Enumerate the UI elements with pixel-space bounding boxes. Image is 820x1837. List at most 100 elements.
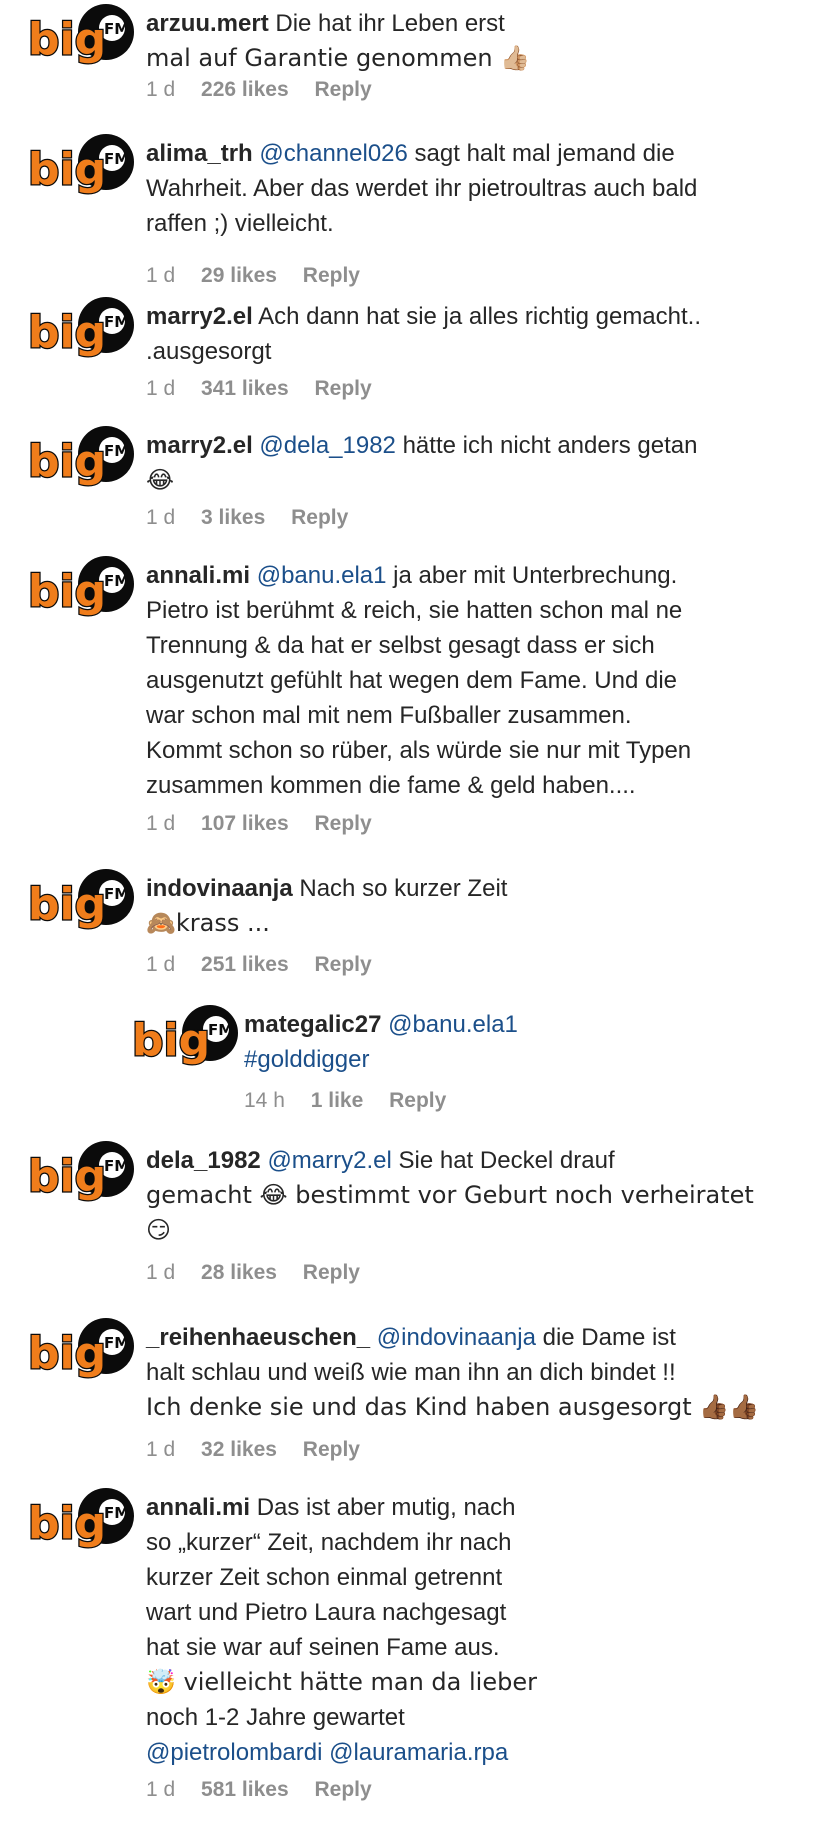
- bigfm-avatar-icon[interactable]: [24, 4, 136, 66]
- mention-link[interactable]: @indovinaanja: [377, 1324, 536, 1351]
- bigfm-avatar-icon[interactable]: [24, 869, 136, 931]
- comment-text: alima_trh @channel026 sagt halt mal jema…: [146, 136, 796, 241]
- bigfm-avatar-icon[interactable]: [128, 1005, 240, 1067]
- comment-username[interactable]: marry2.el: [146, 432, 253, 459]
- comment-username[interactable]: _reihenhaeuschen_: [146, 1324, 370, 1351]
- laughing-emoji-icon: 😂: [146, 466, 175, 494]
- comment-likes[interactable]: 341 likes: [201, 377, 289, 400]
- comment-time: 1 d: [146, 812, 176, 835]
- reply-button[interactable]: Reply: [314, 78, 371, 101]
- comment-likes[interactable]: 226 likes: [201, 78, 289, 101]
- comment-time: 1 d: [146, 953, 176, 976]
- bigfm-avatar-icon[interactable]: [24, 1488, 136, 1550]
- bigfm-avatar-icon[interactable]: [24, 1318, 136, 1380]
- comment-time: 1 d: [146, 264, 176, 287]
- smirk-emoji-icon: 😏: [146, 1216, 172, 1244]
- reply-button[interactable]: Reply: [389, 1089, 446, 1112]
- hashtag-link[interactable]: #golddigger: [244, 1046, 369, 1073]
- comment-time: 1 d: [146, 377, 176, 400]
- comment-username[interactable]: marry2.el: [146, 303, 253, 330]
- comment-meta: 1 d 29 likes Reply: [146, 264, 380, 288]
- comment-text: arzuu.mert Die hat ihr Leben erst mal au…: [146, 6, 796, 76]
- mention-link[interactable]: @dela_1982: [259, 432, 395, 459]
- comment-body-line: 🙈krass ...: [146, 909, 270, 937]
- reply-button[interactable]: Reply: [303, 1438, 360, 1461]
- comment-meta: 1 d 3 likes Reply: [146, 506, 368, 530]
- comment-body-line: halt schlau und weiß wie man ihn an dich…: [146, 1359, 676, 1386]
- comment-meta: 1 d 28 likes Reply: [146, 1261, 380, 1285]
- comment-body-line: ja aber mit Unterbrechung.: [393, 562, 678, 589]
- comment-text: annali.mi @banu.ela1 ja aber mit Unterbr…: [146, 558, 796, 803]
- comment-body-line: war schon mal mit nem Fußballer zusammen…: [146, 702, 632, 729]
- reply-button[interactable]: Reply: [314, 812, 371, 835]
- comment-body-line: so „kurzer“ Zeit, nachdem ihr nach: [146, 1529, 512, 1556]
- comment-body-line: Die hat ihr Leben erst: [275, 10, 505, 37]
- comment-meta: 1 d 107 likes Reply: [146, 812, 392, 836]
- comment-likes[interactable]: 1 like: [311, 1089, 364, 1112]
- comment-meta: 1 d 226 likes Reply: [146, 78, 392, 102]
- mention-link[interactable]: @banu.ela1: [388, 1011, 518, 1038]
- comment-text: mategalic27 @banu.ela1 #golddigger: [244, 1007, 804, 1077]
- comment-body-line: gemacht 😂 bestimmt vor Geburt noch verhe…: [146, 1181, 754, 1209]
- reply-button[interactable]: Reply: [303, 264, 360, 287]
- comment-username[interactable]: mategalic27: [244, 1011, 381, 1038]
- comment-meta: 14 h 1 like Reply: [244, 1089, 466, 1113]
- comment-meta: 1 d 341 likes Reply: [146, 377, 392, 401]
- comment-text: dela_1982 @marry2.el Sie hat Deckel drau…: [146, 1143, 796, 1248]
- comment-body-line: Wahrheit. Aber das werdet ihr pietroultr…: [146, 175, 698, 202]
- reply-button[interactable]: Reply: [303, 1261, 360, 1284]
- comment-text: marry2.el @dela_1982 hätte ich nicht and…: [146, 428, 796, 498]
- comment-likes[interactable]: 581 likes: [201, 1778, 289, 1801]
- bigfm-avatar-icon[interactable]: [24, 426, 136, 488]
- comment-likes[interactable]: 251 likes: [201, 953, 289, 976]
- comment-body-line: Ich denke sie und das Kind haben ausgeso…: [146, 1393, 760, 1421]
- comment-meta: 1 d 32 likes Reply: [146, 1438, 380, 1462]
- comment-body-line: Das ist aber mutig, nach: [256, 1494, 516, 1521]
- reply-button[interactable]: Reply: [291, 506, 348, 529]
- comment-body-line: raffen ;) vielleicht.: [146, 210, 334, 237]
- comment-username[interactable]: alima_trh: [146, 140, 253, 167]
- mention-link[interactable]: @banu.ela1: [257, 562, 387, 589]
- bigfm-avatar-icon[interactable]: [24, 1141, 136, 1203]
- comment-time: 1 d: [146, 1261, 176, 1284]
- comment-body-line: wart und Pietro Laura nachgesagt: [146, 1599, 507, 1626]
- comment-username[interactable]: annali.mi: [146, 1494, 250, 1521]
- reply-button[interactable]: Reply: [314, 377, 371, 400]
- comment-username[interactable]: indovinaanja: [146, 875, 293, 902]
- comment-body-line: kurzer Zeit schon einmal getrennt: [146, 1564, 503, 1591]
- comment-likes[interactable]: 28 likes: [201, 1261, 277, 1284]
- comment-body-line: Ach dann hat sie ja alles richtig gemach…: [258, 303, 702, 330]
- comment-body-line: Pietro ist berühmt & reich, sie hatten s…: [146, 597, 683, 624]
- comment-likes[interactable]: 107 likes: [201, 812, 289, 835]
- mention-link[interactable]: @channel026: [259, 140, 407, 167]
- comment-body-line: die Dame ist: [542, 1324, 676, 1351]
- comment-body-line: hat sie war auf seinen Fame aus.: [146, 1634, 500, 1661]
- comment-body-line: sagt halt mal jemand die: [414, 140, 675, 167]
- comment-likes[interactable]: 29 likes: [201, 264, 277, 287]
- reply-button[interactable]: Reply: [314, 953, 371, 976]
- comment-time: 1 d: [146, 1438, 176, 1461]
- comment-time: 1 d: [146, 1778, 176, 1801]
- bigfm-avatar-icon[interactable]: [24, 134, 136, 196]
- comment-meta: 1 d 581 likes Reply: [146, 1778, 392, 1802]
- comment-likes[interactable]: 32 likes: [201, 1438, 277, 1461]
- comment-username[interactable]: annali.mi: [146, 562, 250, 589]
- bigfm-avatar-icon[interactable]: [24, 556, 136, 618]
- comment-text: annali.mi Das ist aber mutig, nach so „k…: [146, 1490, 796, 1770]
- comment-text: indovinaanja Nach so kurzer Zeit 🙈krass …: [146, 871, 796, 941]
- bigfm-avatar-icon[interactable]: [24, 297, 136, 359]
- comment-body-line: Trennung & da hat er selbst gesagt dass …: [146, 632, 655, 659]
- comment-text: _reihenhaeuschen_ @indovinaanja die Dame…: [146, 1320, 796, 1425]
- comment-time: 1 d: [146, 78, 176, 101]
- comment-username[interactable]: arzuu.mert: [146, 10, 269, 37]
- mention-link[interactable]: @pietrolombardi @lauramaria.rpa: [146, 1739, 508, 1766]
- comment-body-line: .ausgesorgt: [146, 338, 272, 365]
- comment-body-line: Nach so kurzer Zeit: [299, 875, 508, 902]
- comment-body-line: noch 1-2 Jahre gewartet: [146, 1704, 405, 1731]
- mention-link[interactable]: @marry2.el: [267, 1147, 391, 1174]
- comment-username[interactable]: dela_1982: [146, 1147, 261, 1174]
- comment-body-line: zusammen kommen die fame & geld haben...…: [146, 772, 636, 799]
- reply-button[interactable]: Reply: [314, 1778, 371, 1801]
- comment-text: marry2.el Ach dann hat sie ja alles rich…: [146, 299, 796, 369]
- comment-likes[interactable]: 3 likes: [201, 506, 265, 529]
